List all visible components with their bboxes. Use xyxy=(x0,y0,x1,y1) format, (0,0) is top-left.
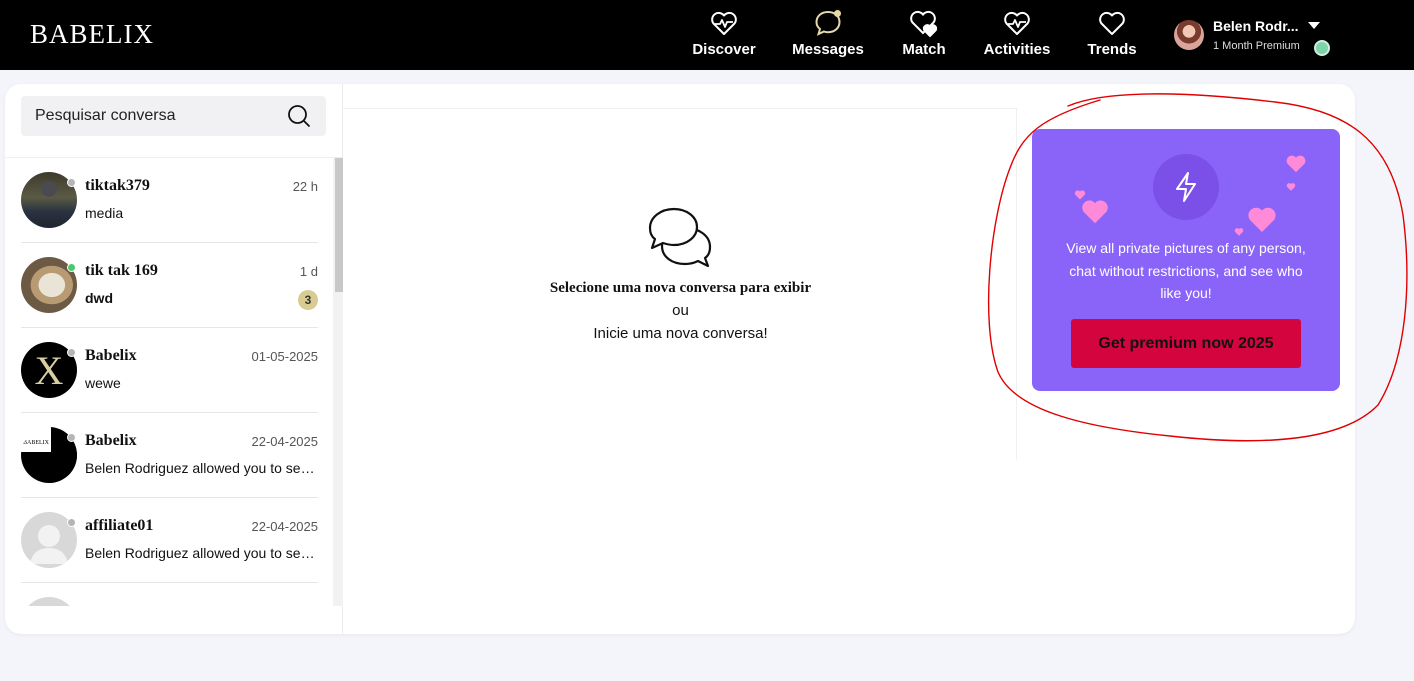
online-status-dot xyxy=(67,263,76,272)
nav-activities[interactable]: Activities xyxy=(983,8,1051,64)
conversation-item[interactable]: tiktak379 22 h media xyxy=(21,158,318,243)
empty-state-cta: Inicie uma nova conversa! xyxy=(593,325,768,342)
chat-bubble-icon xyxy=(815,10,841,36)
conversation-preview: Belen Rodriguez allowed you to see... xyxy=(85,545,318,561)
double-heart-icon xyxy=(910,10,938,38)
app-logo[interactable]: BABELIX xyxy=(30,19,154,50)
conversation-preview: media xyxy=(85,205,124,221)
user-plan: 1 Month Premium xyxy=(1213,40,1300,52)
heart-icon xyxy=(1286,155,1306,173)
user-avatar xyxy=(1174,20,1204,50)
heart-outline-icon xyxy=(1099,11,1125,35)
top-navigation-bar: BABELIX Discover Messages Match Activiti… xyxy=(0,0,1414,70)
premium-description: View all private pictures of any person,… xyxy=(1066,240,1306,301)
premium-promo-card: View all private pictures of any person,… xyxy=(1032,129,1340,391)
heart-icon xyxy=(1234,228,1244,236)
offline-status-dot xyxy=(67,178,76,187)
messages-panel: tiktak379 22 h media tik tak 169 1 d dwd… xyxy=(5,84,1355,634)
conversation-time: 1 d xyxy=(299,264,318,279)
conversation-name: tik tak 169 xyxy=(85,262,158,279)
heart-icon xyxy=(1082,200,1108,224)
chat-bubbles-icon xyxy=(648,207,712,268)
conversation-time: 01-05-2025 xyxy=(251,349,319,364)
user-menu[interactable]: Belen Rodr... 1 Month Premium xyxy=(1174,18,1344,58)
conversation-preview: wewe xyxy=(85,375,121,391)
nav-trends[interactable]: Trends xyxy=(1087,8,1137,64)
lightning-bolt-icon xyxy=(1176,172,1196,202)
placeholder-avatar xyxy=(21,597,77,606)
conversation-name: Babelix xyxy=(85,347,137,364)
heart-icon xyxy=(1286,183,1296,191)
nav-discover[interactable]: Discover xyxy=(692,8,756,64)
empty-state-or: ou xyxy=(672,302,689,319)
conversation-item[interactable] xyxy=(21,583,318,606)
conversation-item[interactable]: BABELIX Babelix 22-04-2025 Belen Rodrigu… xyxy=(21,413,318,498)
offline-status-dot xyxy=(67,348,76,357)
svg-text:X: X xyxy=(35,348,64,393)
conversation-name: Babelix xyxy=(85,432,137,449)
unread-badge: 3 xyxy=(298,290,318,310)
nav-messages[interactable]: Messages xyxy=(792,8,864,64)
divider xyxy=(1016,108,1017,460)
conversation-name: affiliate01 xyxy=(85,517,154,534)
nav-discover-label: Discover xyxy=(692,41,756,58)
caret-down-icon[interactable] xyxy=(1308,22,1320,29)
empty-state-title: Selecione uma nova conversa para exibir xyxy=(549,280,812,296)
nav-activities-label: Activities xyxy=(983,41,1051,58)
conversation-sidebar: tiktak379 22 h media tik tak 169 1 d dwd… xyxy=(5,84,343,634)
nav-trends-label: Trends xyxy=(1087,41,1137,58)
conversation-list: tiktak379 22 h media tik tak 169 1 d dwd… xyxy=(5,158,333,606)
nav-messages-label: Messages xyxy=(792,41,864,58)
conversation-preview: dwd xyxy=(85,290,113,306)
heart-pulse-icon xyxy=(711,11,737,35)
search-icon[interactable] xyxy=(287,104,311,128)
heart-icon xyxy=(1248,207,1276,232)
offline-status-dot xyxy=(67,433,76,442)
nav-match[interactable]: Match xyxy=(900,8,948,64)
get-premium-button[interactable]: Get premium now 2025 xyxy=(1071,319,1301,368)
conversation-time: 22 h xyxy=(292,179,318,194)
conversation-item[interactable]: X Babelix 01-05-2025 wewe xyxy=(21,328,318,413)
plan-status-icon xyxy=(1314,40,1330,56)
avatar-logo-text: BABELIX xyxy=(23,440,50,446)
conversation-time: 22-04-2025 xyxy=(251,519,319,534)
search-box xyxy=(21,96,326,136)
divider xyxy=(343,108,1018,109)
heart-pulse-icon xyxy=(1004,11,1030,35)
conversation-item[interactable]: tik tak 169 1 d dwd 3 xyxy=(21,243,318,328)
conversation-preview: Belen Rodriguez allowed you to see... xyxy=(85,460,318,476)
user-name: Belen Rodr... xyxy=(1213,18,1299,34)
conversation-name: tiktak379 xyxy=(85,177,150,194)
conversation-item[interactable]: affiliate01 22-04-2025 Belen Rodriguez a… xyxy=(21,498,318,583)
search-input[interactable] xyxy=(35,104,275,128)
scrollbar-thumb[interactable] xyxy=(335,158,343,292)
nav-match-label: Match xyxy=(902,41,946,58)
conversation-time: 22-04-2025 xyxy=(251,434,319,449)
offline-status-dot xyxy=(67,518,76,527)
